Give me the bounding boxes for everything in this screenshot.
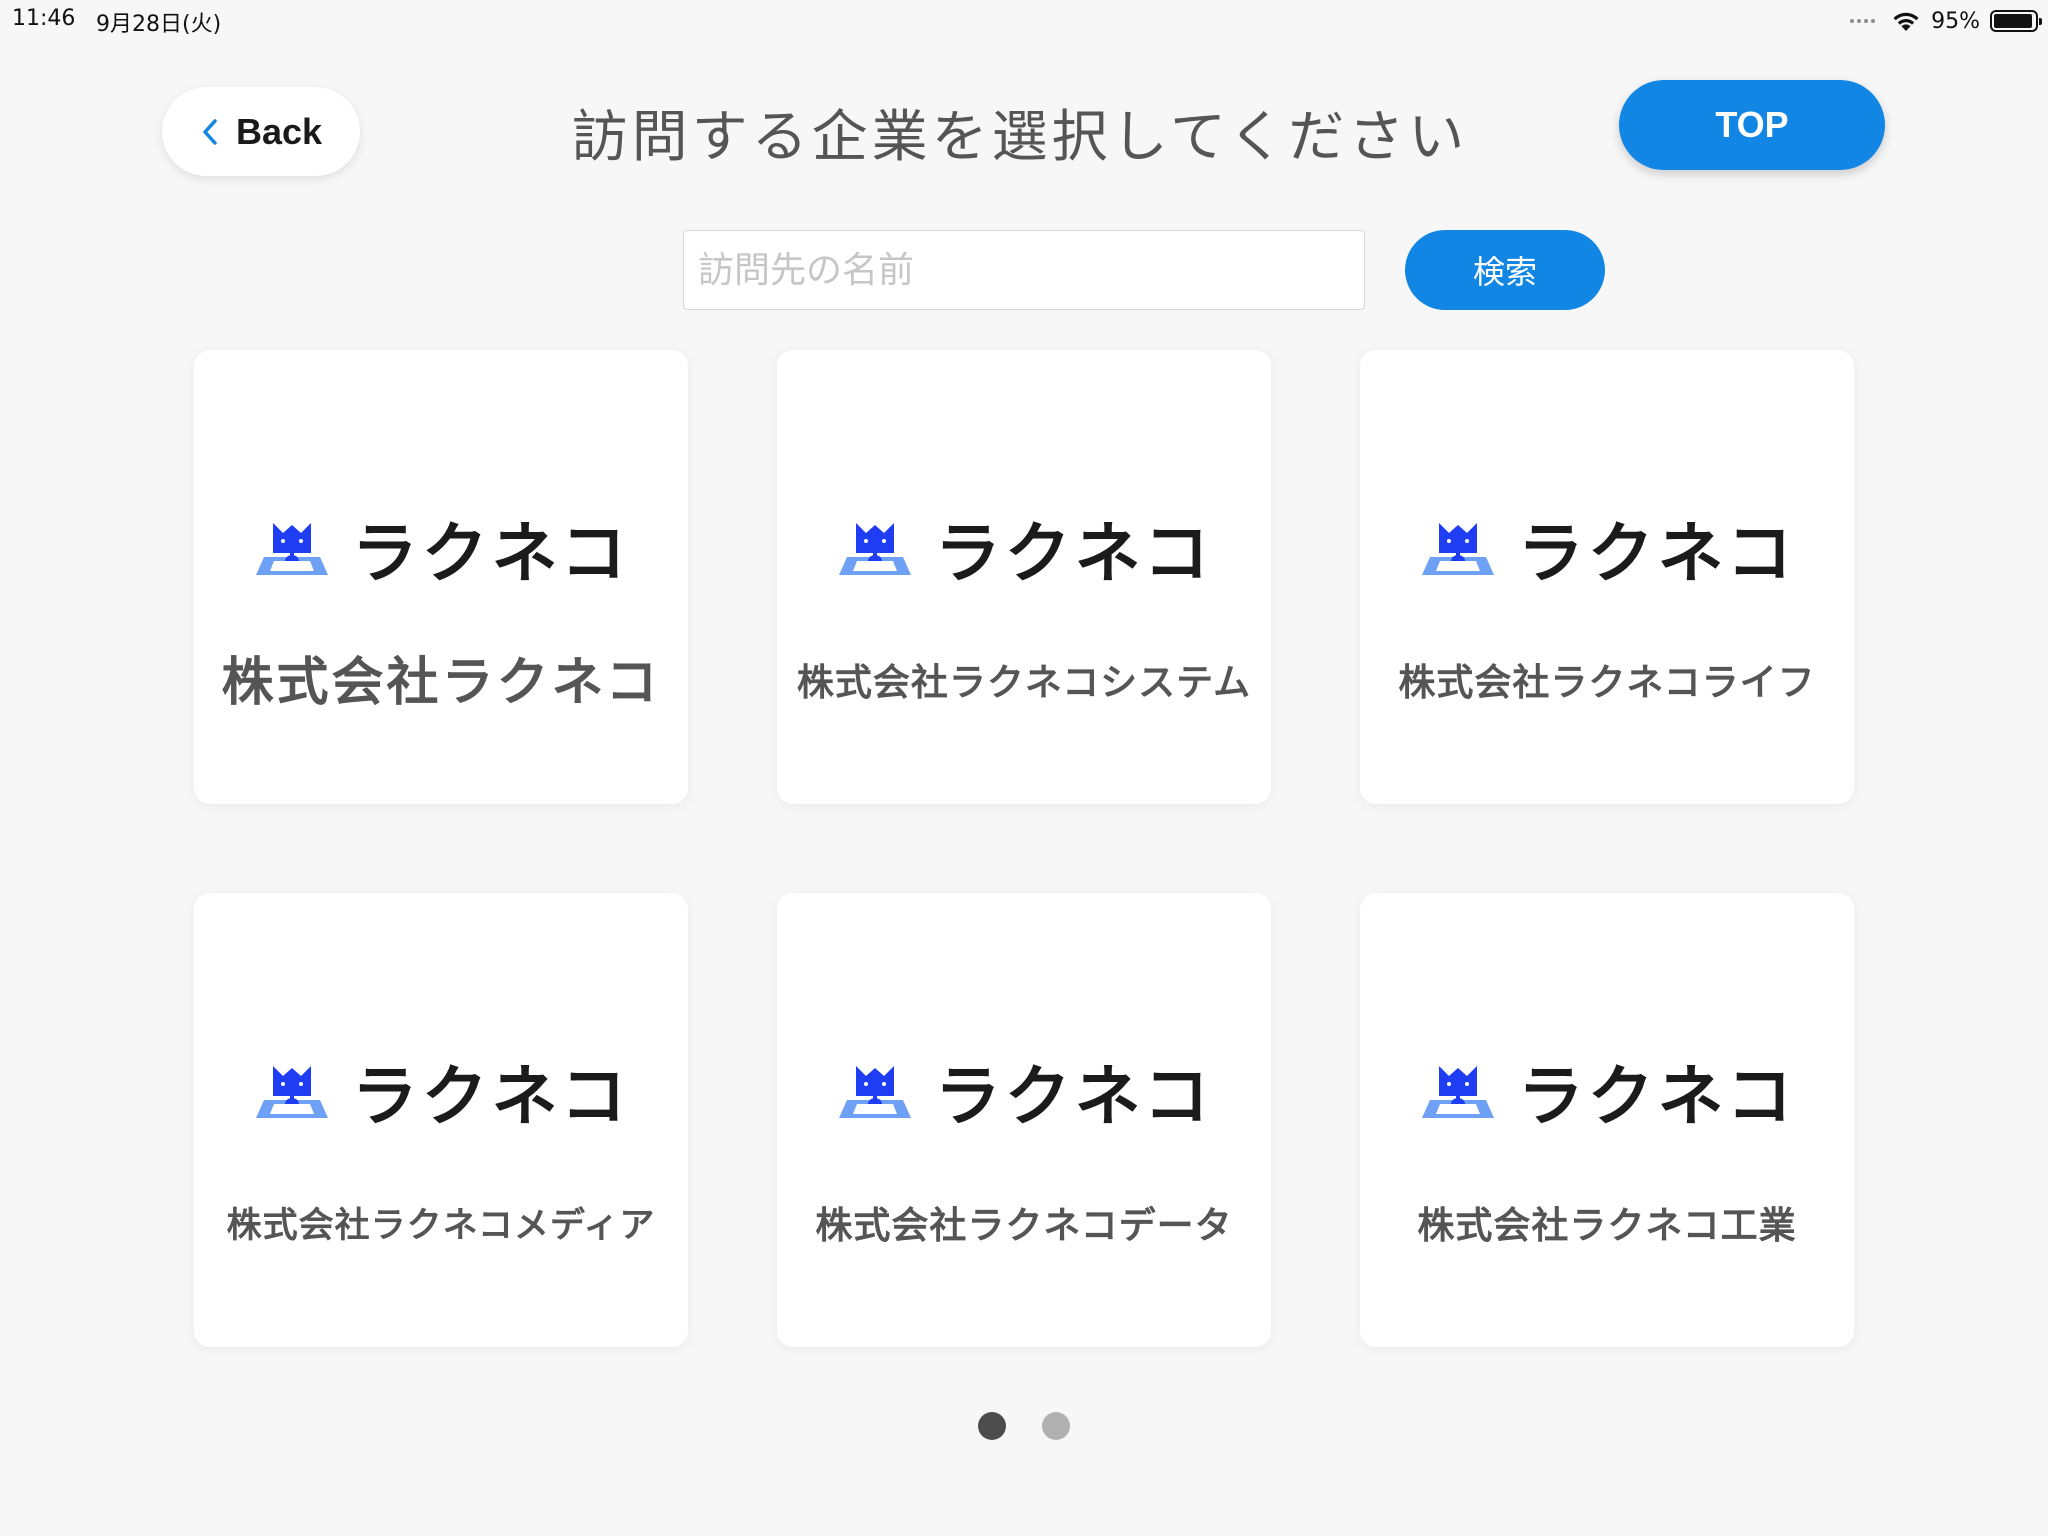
status-indicators: 95% xyxy=(1850,6,2042,36)
battery-icon xyxy=(1990,10,2042,32)
back-label: Back xyxy=(235,110,323,152)
company-card[interactable]: ラクネコ 株式会社ラクネコ工業 xyxy=(1360,893,1854,1347)
company-card[interactable]: ラクネコ 株式会社ラクネコメディア xyxy=(194,893,688,1347)
company-name: 株式会社ラクネコメディア xyxy=(226,1206,656,1246)
wifi-icon xyxy=(1893,12,1919,31)
company-card[interactable]: ラクネコ 株式会社ラクネコデータ xyxy=(777,893,1271,1347)
company-logo: ラクネコ xyxy=(777,508,1271,592)
company-logo: ラクネコ xyxy=(777,1051,1271,1135)
company-name: 株式会社ラクネコ工業 xyxy=(1417,1204,1797,1247)
company-logo: ラクネコ xyxy=(1360,1051,1854,1135)
screen: 11:46 9月28日(火) 95% Back 訪問する企業を選択してください … xyxy=(0,0,2048,1536)
search-input[interactable] xyxy=(683,230,1365,310)
company-card[interactable]: ラクネコ 株式会社ラクネコシステム xyxy=(777,350,1271,804)
logo-text: ラクネコ xyxy=(351,1058,631,1135)
rakuneko-cat-icon xyxy=(838,1066,911,1118)
company-name: 株式会社ラクネコシステム xyxy=(796,661,1252,704)
rakuneko-cat-icon xyxy=(1421,1066,1494,1118)
company-name: 株式会社ラクネコライフ xyxy=(1398,661,1816,704)
back-button[interactable]: Back xyxy=(162,87,360,176)
rakuneko-cat-icon xyxy=(838,523,911,575)
top-button[interactable]: TOP xyxy=(1619,80,1885,170)
page-title: 訪問する企業を選択してください xyxy=(571,105,1469,170)
rakuneko-cat-icon xyxy=(255,1066,328,1118)
company-card[interactable]: ラクネコ 株式会社ラクネコライフ xyxy=(1360,350,1854,804)
logo-text: ラクネコ xyxy=(351,515,631,592)
logo-text: ラクネコ xyxy=(1517,1058,1797,1135)
status-bar: 11:46 9月28日(火) 95% xyxy=(0,0,2048,44)
logo-text: ラクネコ xyxy=(934,515,1214,592)
logo-text: ラクネコ xyxy=(934,1058,1214,1135)
company-logo: ラクネコ xyxy=(194,508,688,592)
logo-text: ラクネコ xyxy=(1517,515,1797,592)
company-logo: ラクネコ xyxy=(1360,508,1854,592)
chevron-left-icon xyxy=(203,118,217,145)
page-indicator xyxy=(0,1412,2048,1440)
company-logo: ラクネコ xyxy=(194,1051,688,1135)
rakuneko-cat-icon xyxy=(1421,523,1494,575)
cellular-signal-icon xyxy=(1850,19,1876,23)
search-button[interactable]: 検索 xyxy=(1405,230,1605,310)
status-date: 9月28日(火) xyxy=(96,12,222,37)
status-time: 11:46 xyxy=(12,6,76,31)
company-card[interactable]: ラクネコ 株式会社ラクネコ xyxy=(194,350,688,804)
page-dot-2[interactable] xyxy=(1042,1412,1070,1440)
rakuneko-cat-icon xyxy=(255,523,328,575)
page-dot-1[interactable] xyxy=(978,1412,1006,1440)
battery-percentage: 95% xyxy=(1931,8,1980,34)
battery-level xyxy=(1994,14,2032,28)
company-name: 株式会社ラクネコデータ xyxy=(815,1204,1233,1247)
company-name: 株式会社ラクネコ xyxy=(221,653,661,713)
